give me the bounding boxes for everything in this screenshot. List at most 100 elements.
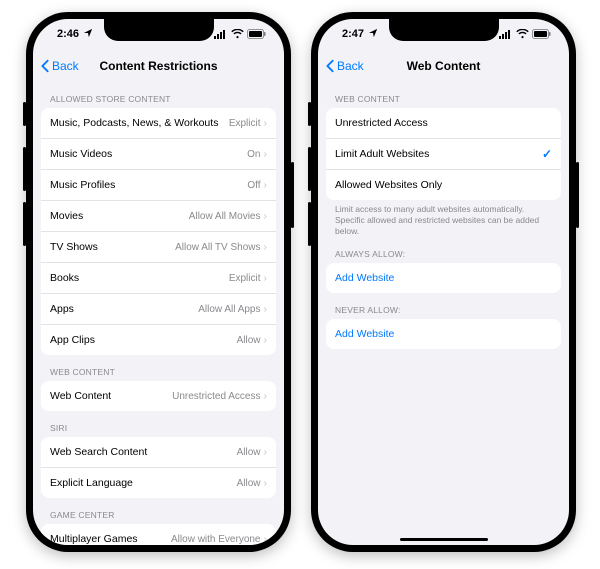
- section-header-siri: SIRI: [33, 411, 284, 437]
- row-label: Apps: [50, 303, 198, 315]
- battery-icon: [532, 29, 551, 39]
- chevron-right-icon: ›: [264, 533, 268, 545]
- status-time: 2:47: [342, 28, 379, 40]
- notch: [104, 19, 214, 41]
- status-time-text: 2:47: [342, 28, 364, 40]
- volume-down-button: [23, 202, 26, 246]
- section-header-web-content: WEB CONTENT: [318, 82, 569, 108]
- status-right: [214, 29, 266, 39]
- chevron-right-icon: ›: [264, 303, 268, 315]
- row-label: Music, Podcasts, News, & Workouts: [50, 117, 229, 129]
- row-label: Unrestricted Access: [335, 117, 552, 129]
- status-time-text: 2:46: [57, 28, 79, 40]
- row-label: Allowed Websites Only: [335, 179, 552, 191]
- row-label: TV Shows: [50, 241, 175, 253]
- row-add-website-always[interactable]: Add Website: [326, 263, 561, 293]
- row-music-videos[interactable]: Music VideosOn›: [41, 138, 276, 169]
- wifi-icon: [231, 29, 244, 39]
- row-value: Off: [247, 180, 260, 191]
- row-music-profiles[interactable]: Music ProfilesOff ›: [41, 169, 276, 200]
- row-label: Multiplayer Games: [50, 533, 171, 545]
- chevron-right-icon: ›: [264, 210, 268, 222]
- chevron-left-icon: [324, 59, 336, 73]
- row-label: App Clips: [50, 334, 237, 346]
- back-label: Back: [52, 59, 79, 73]
- row-value: Allow All Apps: [198, 304, 260, 315]
- section-header-never-allow: NEVER ALLOW:: [318, 293, 569, 319]
- row-label: Add Website: [335, 272, 552, 284]
- location-icon: [367, 28, 379, 38]
- volume-up-button: [23, 147, 26, 191]
- section-header-allowed-store: ALLOWED STORE CONTENT: [33, 82, 284, 108]
- row-value: Explicit: [229, 273, 261, 284]
- screen-right: 2:47 Back Web Content WEB CONTENT: [318, 19, 569, 545]
- group-web-content: Web ContentUnrestricted Access›: [41, 381, 276, 411]
- chevron-right-icon: ›: [264, 241, 268, 253]
- group-allowed-store: Music, Podcasts, News, & Workouts Explici…: [41, 108, 276, 355]
- row-label: Music Videos: [50, 148, 247, 160]
- cellular-icon: [499, 29, 513, 39]
- row-value: Allow with Everyone: [171, 534, 260, 545]
- row-label: Explicit Language: [50, 477, 237, 489]
- wifi-icon: [516, 29, 529, 39]
- row-unrestricted-access[interactable]: Unrestricted Access: [326, 108, 561, 138]
- row-value: Allow: [237, 447, 261, 458]
- row-apps[interactable]: AppsAllow All Apps ›: [41, 293, 276, 324]
- screen-left: 2:46 Back Content Restrictions ALLOWED S…: [33, 19, 284, 545]
- group-siri: Web Search ContentAllow› Explicit Langua…: [41, 437, 276, 498]
- power-button: [291, 162, 294, 228]
- row-label: Web Content: [50, 390, 172, 402]
- nav-bar: Back Content Restrictions: [33, 49, 284, 82]
- row-add-website-never[interactable]: Add Website: [326, 319, 561, 349]
- back-button[interactable]: Back: [39, 59, 79, 73]
- row-value: Allow: [237, 478, 261, 489]
- phone-frame-left: 2:46 Back Content Restrictions ALLOWED S…: [26, 12, 291, 552]
- mute-switch: [23, 102, 26, 126]
- section-footer-web-content: Limit access to many adult websites auto…: [318, 200, 569, 237]
- chevron-right-icon: ›: [264, 446, 268, 458]
- row-app-clips[interactable]: App ClipsAllow›: [41, 324, 276, 355]
- row-movies[interactable]: MoviesAllow All Movies›: [41, 200, 276, 231]
- section-header-always-allow: ALWAYS ALLOW:: [318, 237, 569, 263]
- home-indicator[interactable]: [400, 538, 488, 541]
- checkmark-icon: ✓: [542, 147, 552, 161]
- back-label: Back: [337, 59, 364, 73]
- row-value: Allow All Movies: [189, 211, 261, 222]
- section-header-web-content: WEB CONTENT: [33, 355, 284, 381]
- row-label: Movies: [50, 210, 189, 222]
- row-value: On: [247, 149, 260, 160]
- section-header-game-center: GAME CENTER: [33, 498, 284, 524]
- status-right: [499, 29, 551, 39]
- chevron-right-icon: ›: [264, 272, 268, 284]
- row-label: Limit Adult Websites: [335, 148, 542, 160]
- chevron-right-icon: ›: [264, 179, 268, 191]
- group-always-allow: Add Website: [326, 263, 561, 293]
- power-button: [576, 162, 579, 228]
- row-multiplayer-games[interactable]: Multiplayer GamesAllow with Everyone ›: [41, 524, 276, 545]
- content-restrictions-scroll[interactable]: ALLOWED STORE CONTENT Music, Podcasts, N…: [33, 82, 284, 545]
- row-tv-shows[interactable]: TV ShowsAllow All TV Shows›: [41, 231, 276, 262]
- volume-down-button: [308, 202, 311, 246]
- row-books[interactable]: BooksExplicit›: [41, 262, 276, 293]
- back-button[interactable]: Back: [324, 59, 364, 73]
- web-content-scroll[interactable]: WEB CONTENT Unrestricted Access Limit Ad…: [318, 82, 569, 545]
- chevron-left-icon: [39, 59, 51, 73]
- battery-icon: [247, 29, 266, 39]
- row-web-content[interactable]: Web ContentUnrestricted Access›: [41, 381, 276, 411]
- chevron-right-icon: ›: [264, 390, 268, 402]
- row-limit-adult-websites[interactable]: Limit Adult Websites✓: [326, 138, 561, 169]
- row-music-podcasts[interactable]: Music, Podcasts, News, & WorkoutsExplici…: [41, 108, 276, 138]
- phone-frame-right: 2:47 Back Web Content WEB CONTENT: [311, 12, 576, 552]
- mute-switch: [308, 102, 311, 126]
- row-explicit-language[interactable]: Explicit LanguageAllow›: [41, 467, 276, 498]
- row-label: Music Profiles: [50, 179, 247, 191]
- group-never-allow: Add Website: [326, 319, 561, 349]
- chevron-right-icon: ›: [264, 477, 268, 489]
- location-icon: [82, 28, 94, 38]
- row-allowed-websites-only[interactable]: Allowed Websites Only: [326, 169, 561, 200]
- group-game-center: Multiplayer GamesAllow with Everyone› Ad…: [41, 524, 276, 545]
- row-label: Books: [50, 272, 229, 284]
- row-label: Web Search Content: [50, 446, 237, 458]
- volume-up-button: [308, 147, 311, 191]
- row-web-search-content[interactable]: Web Search ContentAllow›: [41, 437, 276, 467]
